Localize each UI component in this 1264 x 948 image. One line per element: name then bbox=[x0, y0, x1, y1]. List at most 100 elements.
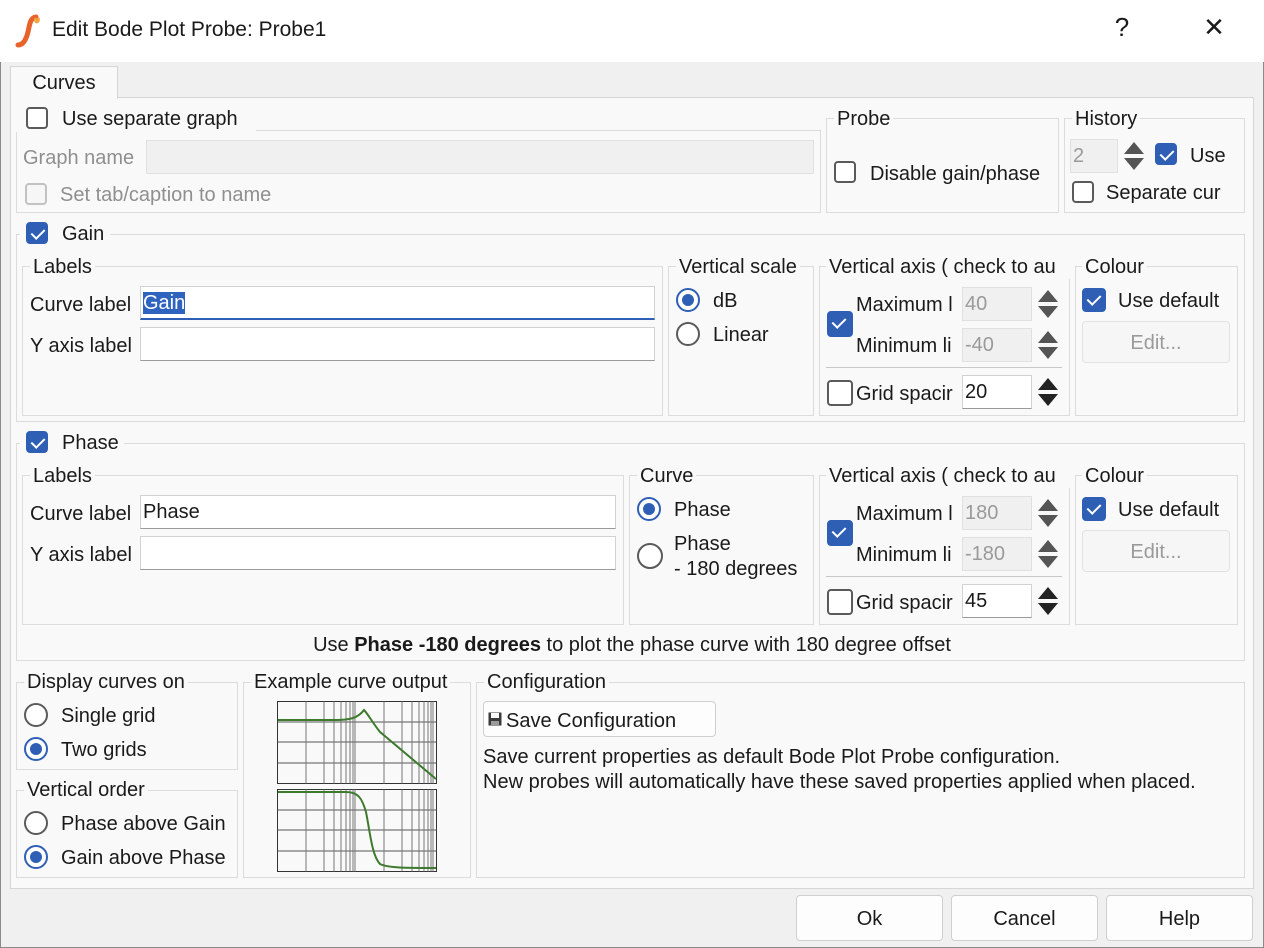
history-count-input[interactable] bbox=[1070, 139, 1118, 173]
help-icon[interactable]: ? bbox=[1102, 12, 1142, 43]
two-grids-label: Two grids bbox=[61, 739, 147, 761]
single-grid-label: Single grid bbox=[61, 705, 156, 727]
gain-auto-axis-checkbox[interactable] bbox=[827, 311, 853, 337]
gain-grid-spinner[interactable] bbox=[1035, 375, 1061, 409]
phase-maximum-input[interactable] bbox=[962, 496, 1032, 530]
gain-curve-input[interactable]: Gain bbox=[140, 286, 655, 320]
cancel-button[interactable]: Cancel bbox=[951, 895, 1098, 941]
close-icon[interactable]: ✕ bbox=[1194, 12, 1234, 43]
phase-minimum-label: Minimum li bbox=[856, 544, 952, 566]
phase-maximum-clip: Maximum l bbox=[856, 502, 958, 526]
gain-label: Gain bbox=[62, 223, 105, 245]
gain-minimum-spinner[interactable] bbox=[1035, 328, 1061, 362]
phase-maximum-spinner[interactable] bbox=[1035, 496, 1061, 530]
gain-maximum-input[interactable] bbox=[962, 287, 1032, 321]
gain-db-radio[interactable] bbox=[676, 288, 700, 312]
phase-grid-spacing-label: Grid spacir bbox=[856, 592, 953, 614]
separate-curves-clip: Separate cur bbox=[1106, 181, 1232, 205]
phase-axis-title: Vertical axis ( check to au bbox=[829, 465, 1056, 487]
gain-grid-spacing-checkbox[interactable] bbox=[827, 380, 853, 406]
gain-labels-title: Labels bbox=[30, 255, 95, 279]
phase-180-label-line1: Phase bbox=[674, 533, 731, 555]
save-configuration-label: Save Configuration bbox=[506, 710, 677, 732]
gain-colour-title: Colour bbox=[1082, 255, 1147, 279]
gain-axis-title: Vertical axis ( check to au bbox=[829, 256, 1056, 278]
probe-group-title: Probe bbox=[834, 107, 894, 131]
tab-curves[interactable]: Curves bbox=[10, 66, 118, 99]
gain-above-phase-label: Gain above Phase bbox=[61, 847, 226, 869]
phase-grid-spinner[interactable] bbox=[1035, 584, 1061, 618]
gain-axis-title-clip: Vertical axis ( check to au bbox=[826, 255, 1070, 279]
gain-curve-value: Gain bbox=[143, 292, 186, 314]
phase-y-axis-label: Y axis label bbox=[30, 544, 132, 566]
phase-curve-label: Curve label bbox=[30, 503, 132, 525]
configuration-title: Configuration bbox=[484, 670, 609, 694]
phase-grid-clip: Grid spacir bbox=[856, 591, 958, 615]
phase-above-gain-radio[interactable] bbox=[24, 811, 48, 835]
phase-colour-title: Colour bbox=[1082, 464, 1147, 488]
phase-grid-spacing-input[interactable] bbox=[962, 584, 1032, 618]
gain-minimum-input[interactable] bbox=[962, 328, 1032, 362]
graph-name-input[interactable] bbox=[146, 140, 814, 174]
floppy-disk-icon bbox=[488, 712, 502, 726]
phase-curve-input[interactable] bbox=[140, 495, 616, 529]
phase-grid-spacing-checkbox[interactable] bbox=[827, 589, 853, 615]
gain-linear-label: Linear bbox=[713, 324, 769, 346]
use-separate-graph-label: Use separate graph bbox=[62, 108, 238, 130]
single-grid-radio[interactable] bbox=[24, 703, 48, 727]
phase-180-radio[interactable] bbox=[637, 543, 663, 569]
phase-axis-divider bbox=[826, 576, 1062, 577]
gain-linear-radio[interactable] bbox=[676, 322, 700, 346]
phase-axis-title-clip: Vertical axis ( check to au bbox=[826, 464, 1070, 488]
phase-colour-edit-button[interactable]: Edit... bbox=[1082, 530, 1230, 572]
gain-maximum-clip: Maximum l bbox=[856, 293, 958, 317]
gain-maximum-spinner[interactable] bbox=[1035, 287, 1061, 321]
gain-minimum-clip: Minimum li bbox=[856, 334, 958, 358]
gain-checkbox[interactable] bbox=[26, 222, 48, 244]
display-curves-title: Display curves on bbox=[24, 670, 188, 694]
phase-normal-label: Phase bbox=[674, 499, 731, 521]
use-separate-graph-checkbox[interactable] bbox=[26, 107, 48, 129]
example-curve-preview bbox=[277, 701, 437, 872]
phase-normal-radio[interactable] bbox=[637, 497, 661, 521]
phase-y-axis-input[interactable] bbox=[140, 536, 616, 570]
gain-use-default-label: Use default bbox=[1118, 290, 1220, 312]
history-spinner[interactable] bbox=[1121, 139, 1147, 173]
ok-button[interactable]: Ok bbox=[796, 895, 943, 941]
vertical-order-title: Vertical order bbox=[24, 778, 148, 802]
disable-gain-phase-label: Disable gain/phase bbox=[870, 163, 1041, 185]
gain-axis-divider bbox=[826, 367, 1062, 368]
window-title: Edit Bode Plot Probe: Probe1 bbox=[52, 18, 327, 41]
gain-use-default-checkbox[interactable] bbox=[1082, 288, 1106, 312]
phase-minimum-spinner[interactable] bbox=[1035, 537, 1061, 571]
gain-minimum-label: Minimum li bbox=[856, 335, 952, 357]
separate-curves-label: Separate cur bbox=[1106, 182, 1221, 204]
save-configuration-button[interactable]: Save Configuration bbox=[483, 701, 716, 737]
phase-curve-title: Curve bbox=[637, 464, 697, 488]
phase-auto-axis-checkbox[interactable] bbox=[827, 520, 853, 546]
history-use-checkbox[interactable] bbox=[1155, 143, 1177, 165]
gain-grid-spacing-input[interactable] bbox=[962, 375, 1032, 409]
gain-grid-spacing-label: Grid spacir bbox=[856, 383, 953, 405]
phase-label: Phase bbox=[62, 432, 119, 454]
phase-checkbox[interactable] bbox=[26, 431, 48, 453]
gain-grid-clip: Grid spacir bbox=[856, 382, 958, 406]
gain-y-axis-label: Y axis label bbox=[30, 335, 132, 357]
gain-colour-edit-button[interactable]: Edit... bbox=[1082, 321, 1230, 363]
history-group-title: History bbox=[1072, 107, 1141, 131]
phase-hint-text: Use Phase -180 degrees to plot the phase… bbox=[0, 633, 1264, 657]
two-grids-radio[interactable] bbox=[24, 737, 48, 761]
phase-minimum-clip: Minimum li bbox=[856, 543, 958, 567]
phase-maximum-label: Maximum l bbox=[856, 503, 953, 525]
gain-above-phase-radio[interactable] bbox=[24, 845, 48, 869]
help-button[interactable]: Help bbox=[1106, 895, 1253, 941]
phase-use-default-label: Use default bbox=[1118, 499, 1220, 521]
gain-y-axis-input[interactable] bbox=[140, 327, 655, 361]
gain-vscale-title: Vertical scale bbox=[676, 255, 800, 279]
gain-maximum-label: Maximum l bbox=[856, 294, 953, 316]
separate-curves-checkbox[interactable] bbox=[1072, 181, 1094, 203]
phase-minimum-input[interactable] bbox=[962, 537, 1032, 571]
set-tab-caption-checkbox[interactable] bbox=[25, 183, 47, 205]
disable-gain-phase-checkbox[interactable] bbox=[834, 161, 856, 183]
phase-use-default-checkbox[interactable] bbox=[1082, 497, 1106, 521]
